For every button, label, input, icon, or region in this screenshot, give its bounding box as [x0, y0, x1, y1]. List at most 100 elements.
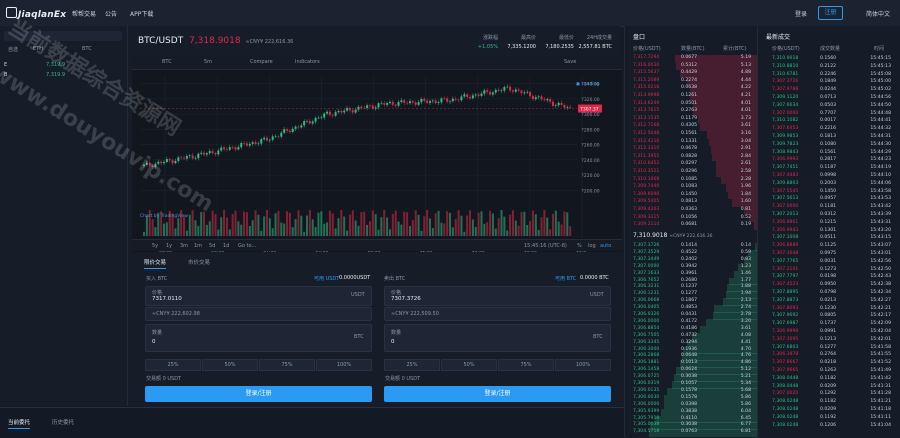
tab-favorites[interactable]: 自选 — [8, 46, 18, 53]
scale-log[interactable]: log — [588, 243, 596, 249]
range-5d[interactable]: 5d — [209, 243, 215, 249]
sell-pct-25[interactable]: 25% — [384, 359, 440, 371]
candle-body — [454, 98, 457, 100]
sell-pct-75[interactable]: 75% — [498, 359, 554, 371]
ask-row[interactable]: 7,310.3521 0.0296 2.58 — [625, 169, 757, 177]
ask-row[interactable]: 7,316.0030 0.5312 5.13 — [625, 62, 757, 71]
ask-amount: 0.2763 — [681, 108, 698, 114]
candle-body — [514, 89, 517, 92]
ask-row[interactable]: 7,309.4203 0.0363 0.81 — [625, 207, 757, 215]
tradingview-credit[interactable]: Chart by TradingView — [140, 214, 188, 219]
bid-total: 6.77 — [740, 422, 751, 428]
tab-open-orders[interactable]: 当前委托 — [8, 418, 31, 429]
bid-price: 7,307.3726 — [633, 243, 660, 248]
chart-interval[interactable]: 5m — [204, 59, 212, 65]
ask-row[interactable]: 7,310.6452 0.0297 2.61 — [625, 161, 757, 169]
bid-total: 6.81 — [740, 429, 751, 435]
buy-price-input[interactable]: 价格 7317.0110 USDT — [145, 286, 372, 306]
volume-bar — [526, 224, 529, 236]
chart-symbol[interactable]: BTC — [162, 59, 172, 65]
volume-bar — [408, 226, 411, 236]
ask-row[interactable]: 7,310.1069 0.1085 2.28 — [625, 176, 757, 185]
ask-row[interactable]: 7,314.9998 0.1261 4.21 — [625, 93, 757, 101]
range-1y[interactable]: 1y — [166, 243, 172, 249]
range-1d[interactable]: 1d — [223, 243, 229, 249]
range-5y[interactable]: 5y — [152, 243, 158, 249]
ask-row[interactable]: 7,314.6249 0.0501 4.01 — [625, 100, 757, 109]
trade-row: 7,307.6803 0.1277 15:41:58 — [758, 345, 900, 353]
language-select[interactable]: 简体中文 — [866, 9, 890, 18]
tab-order-history[interactable]: 历史委托 — [52, 418, 74, 426]
nav-notice[interactable]: 公告 — [105, 9, 117, 18]
bid-total: 5.12 — [740, 367, 751, 373]
buy-qty-input[interactable]: 数量 0 BTC — [145, 324, 372, 352]
candle-body — [263, 137, 266, 140]
chart-compare[interactable]: Compare — [250, 59, 273, 65]
ask-amount: 0.1085 — [681, 176, 698, 182]
volume-bar — [569, 226, 572, 236]
ask-row[interactable]: 7,312.3310 0.0678 2.91 — [625, 146, 757, 154]
trade-price: 7,307.6987 — [772, 321, 799, 327]
volume-bar — [163, 223, 166, 236]
trade-amount: 0.0950 — [820, 282, 837, 288]
ask-row[interactable]: 7,315.0216 0.0638 4.22 — [625, 85, 757, 93]
bid-amount: 0.1057 — [681, 381, 698, 386]
chart-indicators[interactable]: Indicators — [295, 59, 320, 65]
ask-row[interactable]: 7,317.7294 0.0677 5.19 — [625, 55, 757, 63]
sell-price-input[interactable]: 价格 7307.3726 USDT — [384, 286, 611, 306]
trade-amount: 0.1215 — [820, 219, 837, 225]
buy-login-button[interactable]: 登录/注册 — [145, 386, 372, 402]
trade-time: 15:43:20 — [870, 227, 891, 233]
volume-bar — [403, 211, 406, 236]
candle-body — [397, 101, 400, 106]
volume-bar — [288, 212, 291, 236]
tab-market[interactable]: 市价交易 — [188, 258, 210, 266]
scale-percent[interactable]: % — [577, 243, 582, 249]
volume-bar — [280, 222, 283, 236]
ask-row[interactable]: 7,309.2114 0.0681 0.19 — [625, 222, 757, 230]
trade-row: 7,307.7451 0.1187 15:44:19 — [758, 165, 900, 173]
nav-trade[interactable]: 帮帮交易 — [72, 9, 96, 18]
chart-save[interactable]: Save — [564, 59, 576, 65]
trade-row: 7,307.0020 0.1292 15:41:28 — [758, 391, 900, 399]
ask-row[interactable]: 7,312.4216 0.1331 3.04 — [625, 138, 757, 147]
bid-price: 7,305.0038 — [633, 422, 660, 428]
volume-bar — [506, 230, 509, 236]
buy-pct-100[interactable]: 100% — [316, 359, 372, 371]
ask-row[interactable]: 7,315.5637 0.4429 4.88 — [625, 70, 757, 78]
trade-time: 15:45:00 — [870, 79, 891, 85]
ask-row[interactable]: 7,309.3315 0.1056 0.52 — [625, 214, 757, 223]
ask-row[interactable]: 7,313.7615 0.2763 4.01 — [625, 108, 757, 116]
ask-row[interactable]: 7,309.7440 0.1083 1.96 — [625, 184, 757, 192]
range-3m[interactable]: 3m — [180, 243, 188, 249]
buy-pct-75[interactable]: 75% — [259, 359, 315, 371]
bid-price: 7,306.3345 — [633, 339, 660, 345]
ask-amount: 0.0501 — [681, 100, 698, 106]
trade-row: 7,307.6453 0.2216 15:44:32 — [758, 126, 900, 134]
volume-bar — [357, 225, 360, 236]
ask-row[interactable]: 7,312.5048 0.1561 3.16 — [625, 131, 757, 139]
buy-pct-25[interactable]: 25% — [145, 359, 201, 371]
sell-pct-50[interactable]: 50% — [441, 359, 497, 371]
trade-row: 7,307.2101 0.1273 15:42:50 — [758, 267, 900, 275]
ask-row[interactable]: 7,309.5405 0.0813 1.60 — [625, 199, 757, 207]
scale-auto[interactable]: auto — [600, 243, 611, 249]
sell-login-button[interactable]: 登录/注册 — [384, 386, 611, 402]
ask-price: 7,315.5637 — [633, 70, 660, 76]
nav-app[interactable]: APP下载 — [130, 9, 153, 18]
login-link[interactable]: 登录 — [795, 9, 807, 18]
tab-limit[interactable]: 限价交易 — [144, 258, 167, 269]
trade-price: 7,307.4483 — [772, 173, 799, 178]
register-button[interactable]: 注册 — [818, 6, 843, 20]
goto-date[interactable]: Go to... — [238, 243, 256, 249]
unit-label: BTC — [354, 334, 364, 340]
sell-pct-100[interactable]: 100% — [555, 359, 611, 371]
trade-price: 7,306.9999 — [772, 329, 799, 334]
buy-pct-50[interactable]: 50% — [202, 359, 258, 371]
bid-row[interactable]: 7,304.5718 0.0763 6.81 — [625, 429, 757, 437]
range-1m[interactable]: 1m — [194, 243, 202, 249]
trade-row: 7,307.9692 0.0805 15:42:17 — [758, 313, 900, 321]
volume-bar — [343, 216, 346, 236]
ask-row[interactable]: 7,312.7168 0.4305 3.61 — [625, 123, 757, 131]
sell-qty-input[interactable]: 数量 0 BTC — [384, 324, 611, 352]
